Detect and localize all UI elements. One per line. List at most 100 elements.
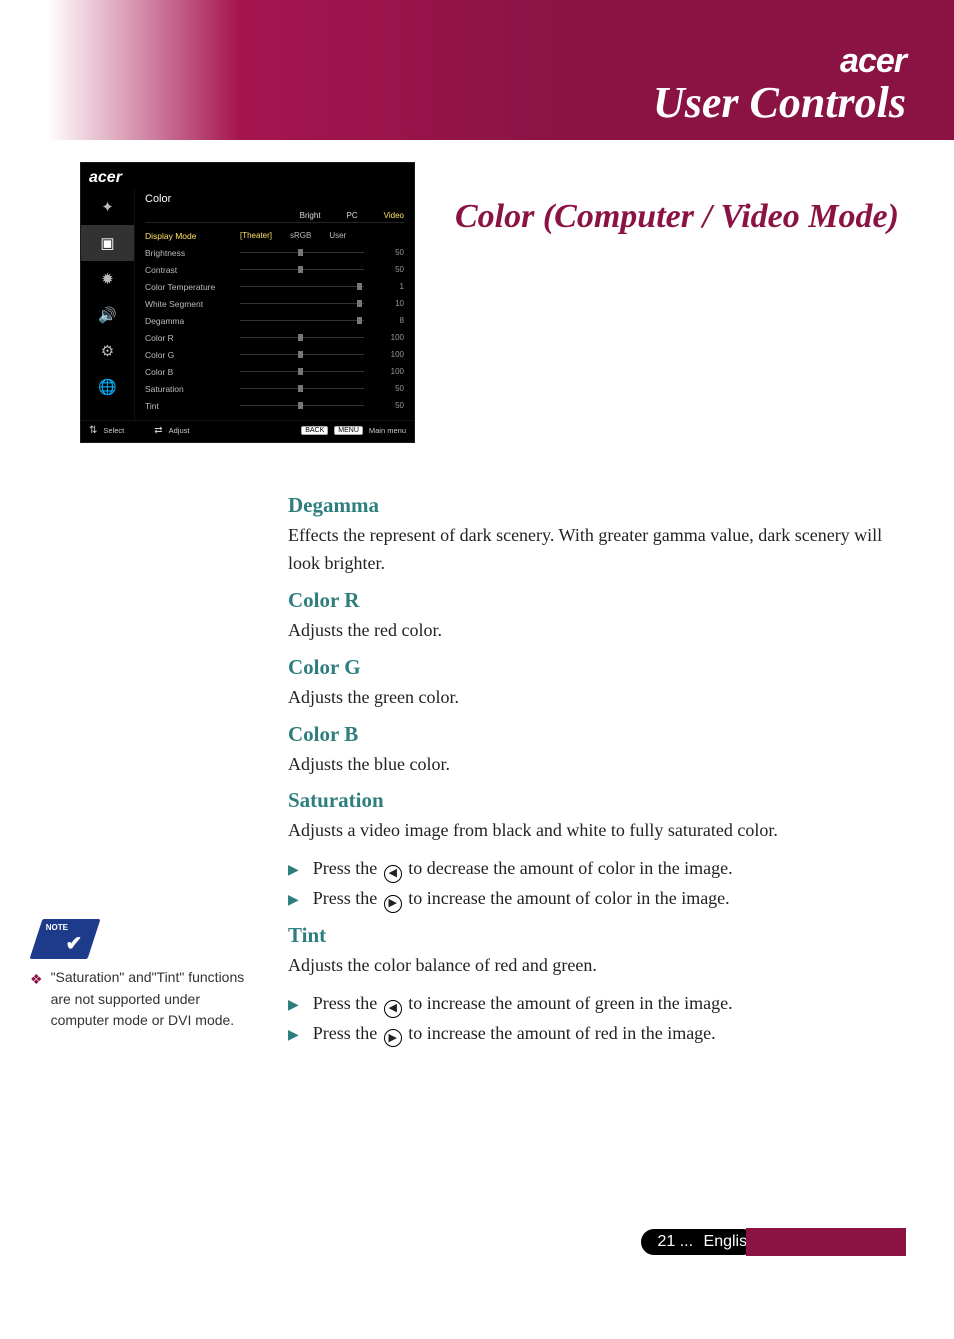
page-number: 21: [657, 1233, 675, 1250]
osd-slider-label: Color R: [145, 333, 240, 343]
heading-color-r: Color R: [288, 588, 906, 613]
tint-bullet-1: Press the ◀ to increase the amount of gr…: [313, 990, 733, 1018]
sat-bullet-2: Press the ▶ to increase the amount of co…: [313, 885, 730, 913]
osd-slider-track: [240, 300, 380, 308]
osd-slider-track: [240, 385, 380, 393]
osd-mode-theater: [Theater]: [240, 231, 272, 240]
saturation-bullets: ▶ Press the ◀ to decrease the amount of …: [288, 855, 906, 913]
diamond-bullet-icon: ❖: [30, 969, 43, 1032]
osd-slider-label: Color Temperature: [145, 282, 240, 292]
osd-foot-mainmenu: Main menu: [369, 426, 406, 435]
chevron-right-icon: ▶: [288, 995, 299, 1017]
osd-slider-row: Color R 100: [145, 329, 404, 346]
osd-slider-track: [240, 317, 380, 325]
osd-slider-value: 1: [380, 282, 404, 291]
note-text: "Saturation" and"Tint" functions are not…: [51, 967, 260, 1032]
text-color-b: Adjusts the blue color.: [288, 751, 906, 779]
sat-bullet-1: Press the ◀ to decrease the amount of co…: [313, 855, 733, 883]
osd-slider-track: [240, 402, 380, 410]
header-title: User Controls: [653, 77, 906, 128]
osd-menu-button: MENU: [334, 426, 363, 435]
osd-slider-label: Saturation: [145, 384, 240, 394]
osd-tab-video: Video: [384, 211, 404, 220]
osd-slider-label: White Segment: [145, 299, 240, 309]
right-arrow-button-icon: ▶: [384, 895, 402, 913]
page-number-pill: 21 ... English: [641, 1229, 756, 1255]
osd-slider-track: [240, 368, 380, 376]
osd-slider-row: Color Temperature 1: [145, 278, 404, 295]
osd-slider-track: [240, 283, 380, 291]
osd-slider-row: Saturation 50: [145, 380, 404, 397]
heading-color-g: Color G: [288, 655, 906, 680]
osd-slider-row: Degamma 8: [145, 312, 404, 329]
tint-bullet-2: Press the ▶ to increase the amount of re…: [313, 1020, 716, 1048]
osd-slider-label: Tint: [145, 401, 240, 411]
osd-slider-label: Brightness: [145, 248, 240, 258]
osd-footer: ⇅ Select ⇄ Adjust BACK MENU Main menu: [81, 420, 414, 442]
osd-back-button: BACK: [301, 426, 328, 435]
osd-slider-value: 50: [380, 384, 404, 393]
tint-bullets: ▶ Press the ◀ to increase the amount of …: [288, 990, 906, 1048]
note-block: ❖ "Saturation" and"Tint" functions are n…: [30, 919, 260, 1032]
left-arrow-button-icon: ◀: [384, 865, 402, 883]
osd-mode-srgb: sRGB: [290, 231, 311, 240]
right-arrow-button-icon: ▶: [384, 1029, 402, 1047]
leftright-icon: ⇄: [154, 425, 162, 436]
footer-bar: [746, 1228, 906, 1256]
osd-icon-audio: 🔊: [81, 297, 134, 333]
osd-slider-row: Color G 100: [145, 346, 404, 363]
osd-slider-value: 100: [380, 367, 404, 376]
osd-source-tabs: Bright PC Video: [145, 211, 404, 220]
text-color-r: Adjusts the red color.: [288, 617, 906, 645]
heading-saturation: Saturation: [288, 788, 906, 813]
osd-category-icons: ✦ ▣ ✹ 🔊 ⚙ 🌐: [81, 189, 135, 420]
updown-icon: ⇅: [89, 425, 97, 436]
heading-degamma: Degamma: [288, 493, 906, 518]
osd-slider-label: Color B: [145, 367, 240, 377]
left-arrow-button-icon: ◀: [384, 1000, 402, 1018]
osd-slider-label: Color G: [145, 350, 240, 360]
note-icon: [30, 919, 101, 959]
osd-panel-title: Color: [145, 193, 404, 205]
osd-brand: acer: [81, 163, 414, 189]
heading-color-b: Color B: [288, 722, 906, 747]
osd-icon-color: ✹: [81, 261, 134, 297]
osd-slider-label: Degamma: [145, 316, 240, 326]
section-title: Color (Computer / Video Mode): [455, 192, 899, 241]
text-saturation: Adjusts a video image from black and whi…: [288, 817, 906, 845]
osd-foot-adjust: Adjust: [169, 426, 190, 435]
osd-slider-value: 8: [380, 316, 404, 325]
osd-icon-management: ⚙: [81, 333, 134, 369]
osd-displaymode-label: Display Mode: [145, 231, 240, 241]
osd-slider-label: Contrast: [145, 265, 240, 275]
chevron-right-icon: ▶: [288, 1025, 299, 1047]
osd-slider-row: Brightness 50: [145, 244, 404, 261]
osd-slider-track: [240, 351, 380, 359]
osd-slider-value: 100: [380, 350, 404, 359]
text-color-g: Adjusts the green color.: [288, 684, 906, 712]
chevron-right-icon: ▶: [288, 860, 299, 882]
osd-slider-value: 50: [380, 248, 404, 257]
osd-slider-row: Contrast 50: [145, 261, 404, 278]
osd-tab-bright: Bright: [300, 211, 321, 220]
osd-icon-compass: ✦: [81, 189, 134, 225]
osd-slider-value: 10: [380, 299, 404, 308]
heading-tint: Tint: [288, 923, 906, 948]
osd-tab-pc: PC: [347, 211, 358, 220]
osd-mode-user: User: [329, 231, 346, 240]
osd-slider-row: Color B 100: [145, 363, 404, 380]
page-footer: 21 ... English: [0, 1228, 954, 1316]
text-degamma: Effects the represent of dark scenery. W…: [288, 522, 906, 578]
osd-slider-value: 100: [380, 333, 404, 342]
osd-row-display-mode: Display Mode [Theater] sRGB User: [145, 227, 404, 244]
osd-screenshot: acer ✦ ▣ ✹ 🔊 ⚙ 🌐 Color Bright PC Video D: [80, 162, 415, 443]
osd-icon-image: ▣: [81, 225, 134, 261]
osd-slider-track: [240, 249, 380, 257]
osd-slider-value: 50: [380, 265, 404, 274]
chevron-right-icon: ▶: [288, 890, 299, 912]
header-banner: acer User Controls: [0, 0, 954, 140]
text-tint: Adjusts the color balance of red and gre…: [288, 952, 906, 980]
osd-icon-language: 🌐: [81, 369, 134, 405]
osd-slider-track: [240, 334, 380, 342]
brand-logo: acer: [840, 42, 906, 81]
